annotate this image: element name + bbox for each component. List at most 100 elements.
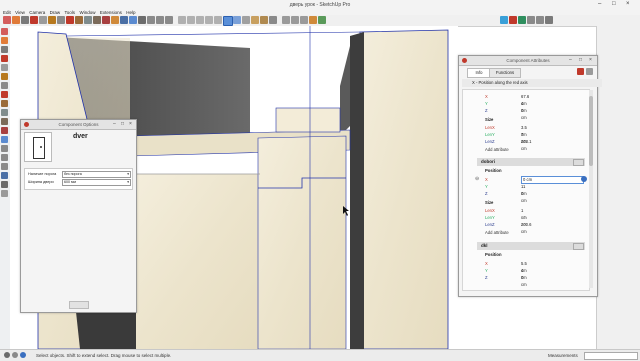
- attributes-minimize-icon[interactable]: –: [569, 57, 572, 63]
- zoom-icon[interactable]: [147, 16, 155, 24]
- rectangle-icon[interactable]: [1, 64, 8, 71]
- extension-warehouse-icon[interactable]: [509, 16, 517, 24]
- zoom-window-icon[interactable]: [156, 16, 164, 24]
- component-section-dkl[interactable]: dkl: [477, 242, 585, 250]
- line-tool-icon[interactable]: [21, 16, 29, 24]
- measurements-input[interactable]: [584, 352, 638, 360]
- scale-tool-icon[interactable]: [75, 16, 83, 24]
- select-icon[interactable]: [1, 28, 8, 35]
- right-view-icon[interactable]: [205, 16, 213, 24]
- credits-icon[interactable]: [12, 352, 18, 358]
- size-label: Size: [485, 117, 494, 122]
- axes-icon[interactable]: [1, 136, 8, 143]
- section-display-icon[interactable]: [291, 16, 299, 24]
- layout-icon[interactable]: [518, 16, 526, 24]
- push-pull-icon[interactable]: [48, 16, 56, 24]
- attributes-list: X 67.6 cm Y4 cm Z0 cm Size LenX 3.5 cm Len…: [462, 89, 590, 291]
- attr-input-active[interactable]: 0 cm: [521, 176, 584, 184]
- sandbox-icon[interactable]: [318, 16, 326, 24]
- maximize-icon[interactable]: □: [612, 1, 616, 7]
- attributes-scrollbar[interactable]: [589, 90, 593, 288]
- top-view-icon[interactable]: [187, 16, 195, 24]
- tab-info[interactable]: Info: [467, 68, 491, 78]
- collapse-icon[interactable]: ⊖: [475, 176, 479, 182]
- text-icon[interactable]: [1, 127, 8, 134]
- settings-icon[interactable]: [586, 68, 593, 75]
- component-options-icon[interactable]: [527, 16, 535, 24]
- front-view-icon[interactable]: [196, 16, 204, 24]
- text-tool-icon[interactable]: [120, 16, 128, 24]
- move-tool-icon[interactable]: [57, 16, 65, 24]
- tab-functions[interactable]: Functions: [489, 68, 521, 78]
- follow-me-icon[interactable]: [309, 16, 317, 24]
- paint-bucket-icon[interactable]: [1, 37, 8, 44]
- rotate-icon[interactable]: [1, 91, 8, 98]
- move-icon[interactable]: [1, 82, 8, 89]
- component-attributes-icon[interactable]: [536, 16, 544, 24]
- offset-tool-icon[interactable]: [84, 16, 92, 24]
- generate-report-icon[interactable]: [545, 16, 553, 24]
- attr-value[interactable]: 0 cm: [521, 274, 527, 288]
- select-tool-icon[interactable]: [3, 16, 11, 24]
- section-icon[interactable]: [1, 190, 8, 197]
- scale-icon[interactable]: [1, 100, 8, 107]
- refresh-icon[interactable]: [577, 68, 584, 75]
- component-attributes-title: Component Attributes: [506, 58, 550, 63]
- eraser-icon[interactable]: [12, 16, 20, 24]
- hidden-line-icon[interactable]: [242, 16, 250, 24]
- arc-icon[interactable]: [1, 55, 8, 62]
- section-fill-icon[interactable]: [300, 16, 308, 24]
- pencil-icon[interactable]: [1, 46, 8, 53]
- tape-icon[interactable]: [1, 118, 8, 125]
- formula-icon[interactable]: [581, 176, 587, 182]
- help-icon[interactable]: [20, 352, 26, 358]
- section-plane-icon[interactable]: [282, 16, 290, 24]
- door-leaf-right: [257, 135, 347, 349]
- options-maximize-icon[interactable]: □: [121, 121, 124, 127]
- attr-value[interactable]: 0 cm: [521, 107, 527, 121]
- orbit-icon[interactable]: [129, 16, 137, 24]
- zoom-tool-icon[interactable]: [1, 163, 8, 170]
- monochrome-icon[interactable]: [269, 16, 277, 24]
- shaded-icon[interactable]: [251, 16, 259, 24]
- status-text: Select objects. Shift to extend select. …: [36, 353, 172, 358]
- wireframe-icon[interactable]: [233, 16, 241, 24]
- zoom-extents-icon[interactable]: [165, 16, 173, 24]
- protractor-icon[interactable]: [111, 16, 119, 24]
- options-close-icon[interactable]: ×: [129, 121, 132, 127]
- component-name: dver: [73, 133, 88, 140]
- orbit-tool-icon[interactable]: [1, 145, 8, 152]
- section-toggle-icon[interactable]: [573, 243, 584, 250]
- apply-button[interactable]: [69, 301, 89, 309]
- attr-value[interactable]: 0 cm: [521, 190, 527, 204]
- position-label: Position: [485, 252, 502, 257]
- pan-icon[interactable]: [138, 16, 146, 24]
- offset-icon[interactable]: [1, 109, 8, 116]
- shape-tool-icon[interactable]: [39, 16, 47, 24]
- options-minimize-icon[interactable]: –: [113, 121, 116, 127]
- option-label-threshold: Наличие порога: [28, 172, 57, 176]
- option-select-threshold[interactable]: без порога ▾: [62, 171, 131, 178]
- section-toggle-icon[interactable]: [573, 159, 584, 166]
- shaded-textures-icon[interactable]: [260, 16, 268, 24]
- back-view-icon[interactable]: [214, 16, 222, 24]
- dimension-icon[interactable]: [102, 16, 110, 24]
- iso-view-icon[interactable]: [178, 16, 186, 24]
- arc-tool-icon[interactable]: [30, 16, 38, 24]
- component-section-dobori[interactable]: dobori: [477, 158, 585, 166]
- minimize-icon[interactable]: –: [598, 1, 601, 7]
- option-select-width[interactable]: 600 мм ▾: [62, 179, 131, 186]
- measurements-label: Measurements: [548, 353, 578, 358]
- pushpull-icon[interactable]: [1, 73, 8, 80]
- warehouse-icon[interactable]: [500, 16, 508, 24]
- attributes-close-icon[interactable]: ×: [589, 57, 592, 63]
- close-icon[interactable]: ×: [626, 1, 630, 7]
- rotate-tool-icon[interactable]: [66, 16, 74, 24]
- xray-icon[interactable]: [223, 16, 233, 26]
- pan-tool-icon[interactable]: [1, 154, 8, 161]
- look-around-icon[interactable]: [1, 181, 8, 188]
- tape-measure-icon[interactable]: [93, 16, 101, 24]
- geo-location-icon[interactable]: [4, 352, 10, 358]
- walk-icon[interactable]: [1, 172, 8, 179]
- attributes-maximize-icon[interactable]: □: [579, 57, 582, 63]
